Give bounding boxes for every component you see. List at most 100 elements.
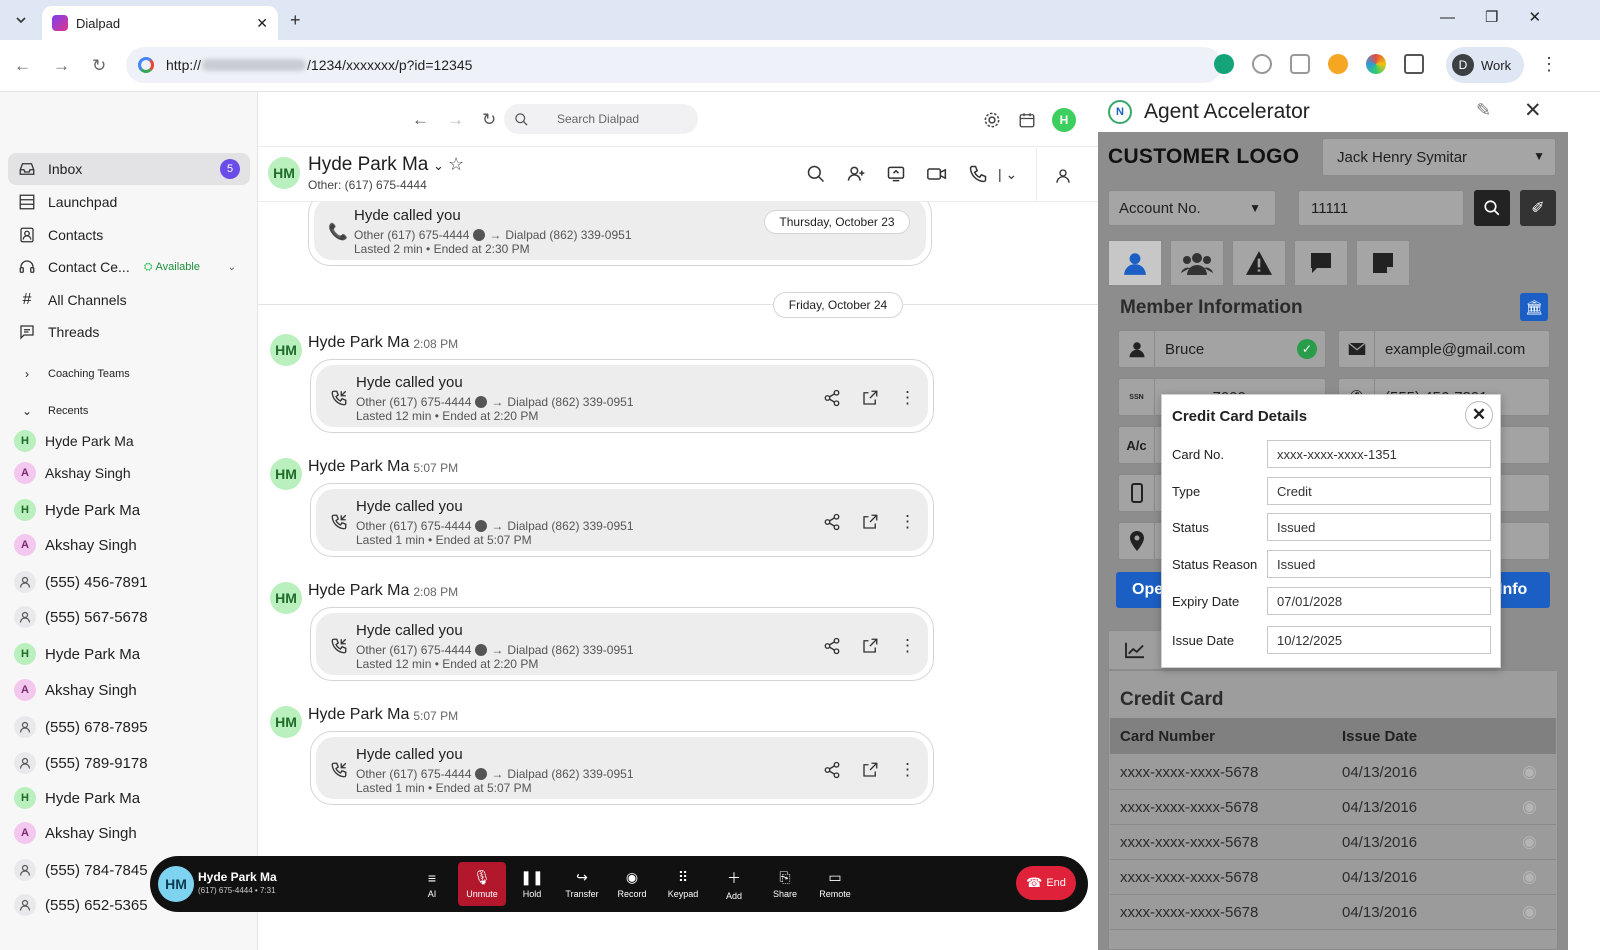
chart-tab-icon[interactable] xyxy=(1108,630,1162,670)
view-eye-icon[interactable]: ◉ xyxy=(1522,902,1537,922)
share-icon[interactable] xyxy=(823,513,841,531)
first-name-field[interactable]: Bruce ✓ xyxy=(1118,330,1326,368)
sender-name[interactable]: Hyde Park Ma xyxy=(308,458,409,476)
settings-gear-icon[interactable] xyxy=(982,110,1002,130)
modal-close-icon[interactable]: ✕ xyxy=(1465,401,1493,429)
reload-icon[interactable]: ↻ xyxy=(92,56,106,76)
share-icon[interactable] xyxy=(823,389,841,407)
tab-notes[interactable] xyxy=(1356,240,1410,286)
clear-broom-icon[interactable]: ✐ xyxy=(1520,190,1556,226)
end-call-button[interactable]: ☎ End xyxy=(1016,866,1076,900)
call-card[interactable]: Hyde called you Other (617) 675-4444 → Dial… xyxy=(310,359,934,433)
share-button[interactable]: ⎘ Share xyxy=(761,862,809,906)
recent-contact[interactable]: H Hyde Park Ma xyxy=(14,783,140,813)
modal-field-input[interactable]: Issued xyxy=(1267,550,1491,578)
caller-name[interactable]: Hyde Park Ma xyxy=(198,870,277,884)
open-external-icon[interactable] xyxy=(861,513,879,531)
coaching-teams-toggle[interactable]: › Coaching Teams xyxy=(8,358,250,390)
panel-search-button[interactable] xyxy=(1474,190,1510,226)
app-back-icon[interactable]: ← xyxy=(412,110,429,130)
sender-name[interactable]: Hyde Park Ma xyxy=(308,334,409,352)
open-external-icon[interactable] xyxy=(861,389,879,407)
grammarly-icon[interactable] xyxy=(1214,54,1234,74)
recent-contact[interactable]: H Hyde Park Ma xyxy=(14,495,140,525)
recent-contact[interactable]: H Hyde Park Ma xyxy=(14,639,140,669)
call-card[interactable]: Hyde called you Other (617) 675-4444 → Dial… xyxy=(310,483,934,557)
call-card[interactable]: Hyde called you Other (617) 675-4444 → Dial… xyxy=(310,607,934,681)
window-close-icon[interactable]: ✕ xyxy=(1528,8,1541,26)
minimize-icon[interactable]: — xyxy=(1440,9,1455,26)
phone-icon[interactable] xyxy=(968,164,988,184)
view-eye-icon[interactable]: ◉ xyxy=(1522,867,1537,887)
recent-contact[interactable]: (555) 789-9178 xyxy=(14,748,148,778)
url-input[interactable]: http:// /1234/xxxxxxx/p?id=12345 xyxy=(126,47,1222,83)
sender-avatar[interactable]: HM xyxy=(270,706,302,738)
sender-avatar[interactable]: HM xyxy=(270,458,302,490)
more-options-icon[interactable]: ⋮ xyxy=(899,389,916,407)
credit-card-row[interactable]: xxxx-xxxx-xxxx-5678 04/13/2016 ◉ xyxy=(1110,755,1556,790)
call-options-chevron-icon[interactable]: | ⌄ xyxy=(998,166,1017,183)
browser-tab[interactable]: Dialpad ✕ xyxy=(42,6,278,40)
star-icon[interactable]: ☆ xyxy=(448,154,464,175)
recent-contact[interactable]: H Hyde Park Ma xyxy=(14,426,134,456)
new-tab-icon[interactable]: + xyxy=(290,10,301,31)
tab-alerts[interactable] xyxy=(1232,240,1286,286)
sender-name[interactable]: Hyde Park Ma xyxy=(308,582,409,600)
modal-field-input[interactable]: xxxx-xxxx-xxxx-1351 xyxy=(1267,440,1491,468)
modal-field-input[interactable]: 07/01/2028 xyxy=(1267,587,1491,615)
view-eye-icon[interactable]: ◉ xyxy=(1522,832,1537,852)
search-icon[interactable] xyxy=(806,164,826,184)
call-card[interactable]: Hyde called you Other (617) 675-4444 → Dial… xyxy=(310,731,934,805)
availability-status[interactable]: Available xyxy=(156,261,200,273)
sidebar-item-contacts[interactable]: Contacts xyxy=(8,219,250,251)
bank-icon[interactable]: 🏛 xyxy=(1520,293,1548,321)
app-search-input[interactable]: Search Dialpad xyxy=(504,104,698,134)
share-icon[interactable] xyxy=(823,637,841,655)
credit-card-row[interactable]: xxxx-xxxx-xxxx-5678 04/13/2016 ◉ xyxy=(1110,790,1556,825)
transfer-button[interactable]: ↪ Transfer xyxy=(558,862,606,906)
restore-icon[interactable]: ❐ xyxy=(1485,8,1498,26)
email-field[interactable]: example@gmail.com xyxy=(1338,330,1550,368)
sidebar-item-contact-center[interactable]: Contact Ce... ⛭ Available ⌄ xyxy=(8,251,250,283)
sidebar-item-inbox[interactable]: Inbox 5 xyxy=(8,153,250,185)
app-forward-icon[interactable]: → xyxy=(447,110,464,130)
back-icon[interactable]: ← xyxy=(14,56,31,76)
sidebar-item-all-channels[interactable]: # All Channels xyxy=(8,284,250,316)
open-external-icon[interactable] xyxy=(861,637,879,655)
sender-avatar[interactable]: HM xyxy=(270,582,302,614)
more-options-icon[interactable]: ⋮ xyxy=(899,513,916,531)
keypad-button[interactable]: ⠿ Keypad xyxy=(659,862,707,906)
modal-field-input[interactable]: Credit xyxy=(1267,477,1491,505)
forward-icon[interactable]: → xyxy=(53,56,70,76)
more-options-icon[interactable]: ⋮ xyxy=(899,637,916,655)
system-select[interactable]: Jack Henry Symitar ▼ xyxy=(1322,138,1556,176)
view-eye-icon[interactable]: ◉ xyxy=(1522,762,1537,782)
globe-icon[interactable] xyxy=(1252,54,1272,74)
hold-button[interactable]: ❚❚ Hold xyxy=(508,862,556,906)
open-external-icon[interactable] xyxy=(861,761,879,779)
tab-member[interactable] xyxy=(1108,240,1162,286)
tab-search-icon[interactable] xyxy=(10,9,32,31)
account-search-input[interactable]: 11111 xyxy=(1298,190,1464,226)
tab-relationships[interactable] xyxy=(1170,240,1224,286)
ai-button[interactable]: ≡ AI xyxy=(408,862,456,906)
recent-contact[interactable]: (555) 784-7845 xyxy=(14,855,148,885)
tab-comments[interactable] xyxy=(1294,240,1348,286)
puzzle-icon[interactable] xyxy=(1404,54,1424,74)
remote-button[interactable]: ▭ Remote xyxy=(811,862,859,906)
recent-contact[interactable]: (555) 652-5365 xyxy=(14,890,148,920)
video-icon[interactable] xyxy=(926,164,948,184)
recent-contact[interactable]: A Akshay Singh xyxy=(14,675,137,705)
contact-details-icon[interactable] xyxy=(1054,166,1072,186)
chevron-down-icon[interactable]: ⌄ xyxy=(228,262,236,273)
add-person-icon[interactable] xyxy=(846,164,866,184)
view-eye-icon[interactable]: ◉ xyxy=(1522,797,1537,817)
recent-contact[interactable]: A Akshay Singh xyxy=(14,530,137,560)
user-avatar[interactable]: H xyxy=(1052,108,1076,132)
record-button[interactable]: ◉ Record xyxy=(608,862,656,906)
sidebar-item-launchpad[interactable]: Launchpad xyxy=(8,186,250,218)
chevron-down-icon[interactable]: ⌄ xyxy=(433,158,444,174)
screen-share-icon[interactable] xyxy=(886,164,906,184)
unmute-button[interactable]: 🎙 Unmute xyxy=(458,862,506,906)
contact-avatar[interactable]: HM xyxy=(268,157,300,189)
